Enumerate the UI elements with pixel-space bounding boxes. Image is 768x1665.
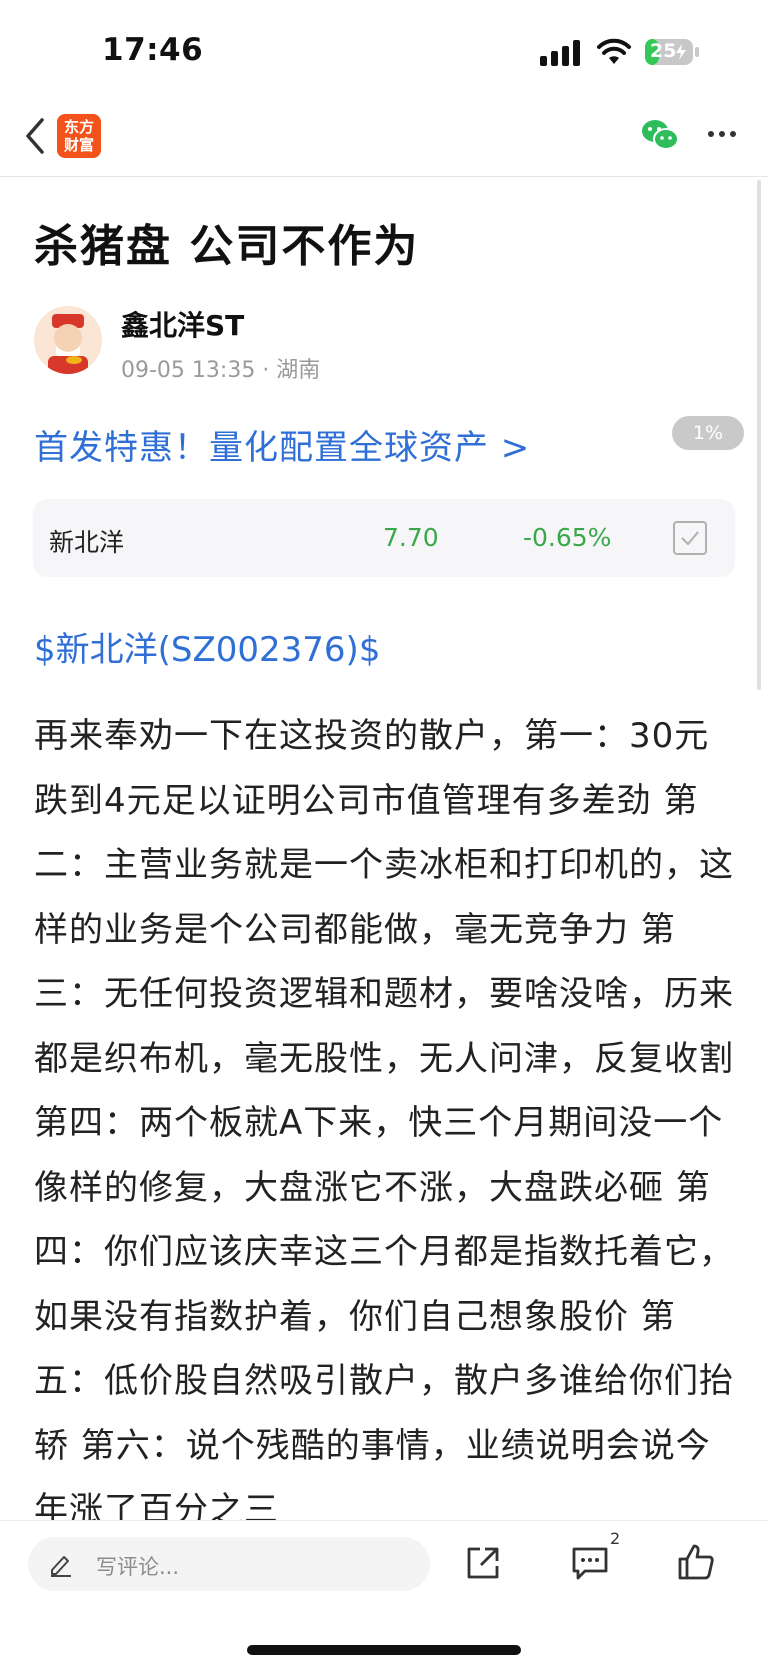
post-meta: 09-05 13:35 · 湖南 bbox=[121, 358, 321, 383]
author-avatar[interactable] bbox=[34, 306, 102, 374]
app-header: 东方 财富 bbox=[0, 100, 768, 177]
stock-ticker-link[interactable]: $新北洋(SZ002376)$ bbox=[34, 622, 380, 671]
read-progress-badge: 1% bbox=[672, 416, 744, 450]
pencil-icon bbox=[51, 1556, 71, 1577]
bottom-action-bar: 写评论... 2 bbox=[0, 1520, 768, 1665]
app-logo[interactable]: 东方 财富 bbox=[57, 114, 101, 158]
stock-name: 新北洋 bbox=[49, 528, 125, 557]
like-thumb-icon[interactable] bbox=[677, 1543, 715, 1581]
scroll-indicator[interactable] bbox=[757, 180, 761, 690]
comment-count: 2 bbox=[610, 1529, 621, 1548]
stock-quote-card[interactable]: 新北洋 7.70 -0.65% bbox=[33, 499, 735, 577]
screen: 17:46 25 东方 财富 杀猪盘 公司不作为 鑫北洋ST 09-05 13:… bbox=[0, 0, 768, 1665]
battery-icon: 25 bbox=[644, 38, 700, 66]
wifi-icon bbox=[597, 38, 631, 64]
share-icon[interactable] bbox=[465, 1545, 501, 1581]
back-icon[interactable] bbox=[22, 116, 48, 156]
status-bar: 17:46 25 bbox=[0, 0, 768, 100]
post-title: 杀猪盘 公司不作为 bbox=[34, 221, 420, 272]
comment-placeholder: 写评论... bbox=[96, 1555, 180, 1579]
battery-level: 25 bbox=[650, 40, 677, 62]
stock-price: 7.70 bbox=[383, 523, 439, 552]
cellular-signal-icon bbox=[540, 40, 580, 66]
wechat-share-icon[interactable] bbox=[641, 118, 679, 152]
stock-change: -0.65% bbox=[523, 523, 612, 552]
status-time: 17:46 bbox=[102, 32, 204, 68]
comment-input[interactable]: 写评论... bbox=[28, 1537, 430, 1591]
home-indicator[interactable] bbox=[247, 1645, 521, 1655]
post-body: 再来奉劝一下在这投资的散户，第一：30元跌到4元足以证明公司市值管理有多差劲 第… bbox=[34, 716, 734, 1522]
promo-link[interactable]: 首发特惠！量化配置全球资产 > bbox=[34, 420, 530, 469]
more-options-icon[interactable] bbox=[707, 128, 737, 140]
author-name[interactable]: 鑫北洋ST bbox=[121, 304, 244, 344]
watchlist-check-icon[interactable] bbox=[673, 521, 707, 555]
comments-icon[interactable] bbox=[571, 1545, 609, 1581]
logo-text-bottom: 财富 bbox=[63, 136, 94, 154]
logo-text-top: 东方 bbox=[63, 118, 94, 136]
